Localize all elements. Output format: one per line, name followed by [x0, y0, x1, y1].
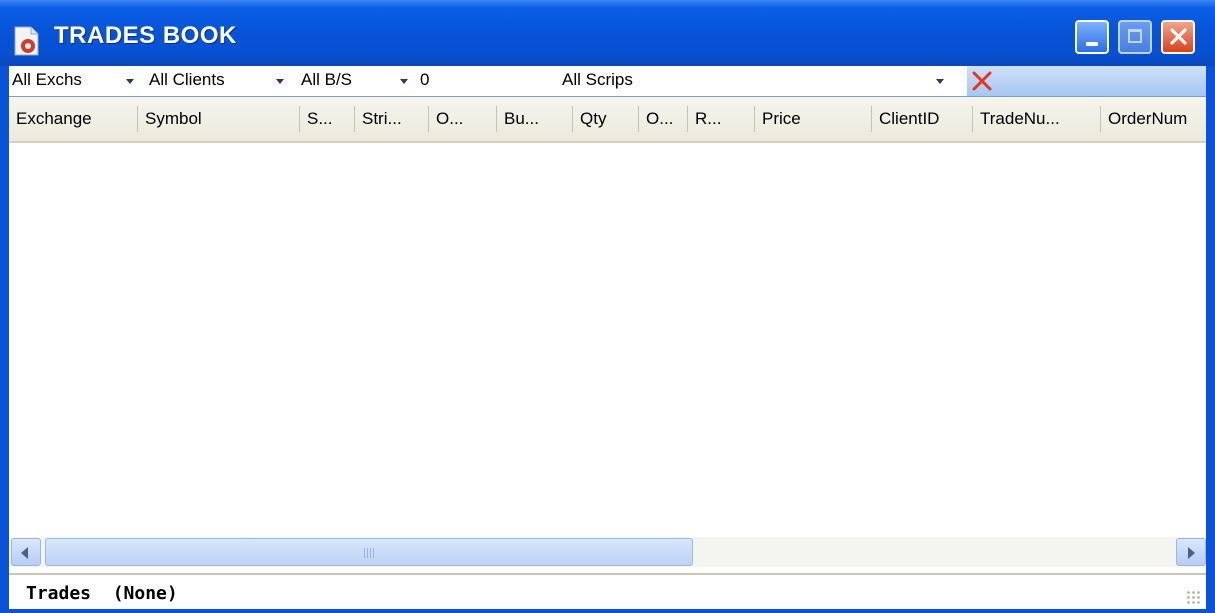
clear-x-icon[interactable] [971, 70, 993, 92]
column-header-tradenum[interactable]: TradeNu... [973, 97, 1101, 141]
window-title: TRADES BOOK [54, 22, 237, 49]
chevron-down-icon[interactable] [123, 72, 137, 90]
column-header-o2[interactable]: O... [639, 97, 688, 141]
column-header-clientid[interactable]: ClientID [872, 97, 973, 141]
grid-header: Exchange Symbol S... Stri... O... Bu... … [9, 97, 1206, 143]
column-label: O... [436, 109, 464, 128]
column-label: ClientID [879, 109, 940, 128]
chevron-down-icon[interactable] [397, 72, 411, 90]
column-label: Price [762, 109, 801, 128]
column-header-strike[interactable]: Stri... [355, 97, 429, 141]
close-icon [1170, 28, 1187, 45]
maximize-icon [1128, 29, 1142, 43]
column-header-ordernum[interactable]: OrderNum [1101, 97, 1206, 141]
column-header-s[interactable]: S... [300, 97, 355, 141]
grid-body[interactable] [9, 143, 1206, 537]
exchange-filter-select[interactable]: All Exchs [9, 66, 145, 96]
column-label: O... [646, 109, 674, 128]
scrollbar-thumb[interactable] [45, 538, 693, 566]
column-label: Stri... [362, 109, 402, 128]
quantity-filter-input[interactable]: 0 [417, 66, 558, 96]
grip-icon [364, 548, 376, 558]
column-label: Exchange [16, 109, 92, 128]
column-header-o1[interactable]: O... [429, 97, 497, 141]
window-client-area: All Exchs All Clients All B/S 0 All Scri… [9, 66, 1206, 609]
arrow-left-icon [21, 547, 28, 559]
scrips-filter-value: All Scrips [562, 70, 633, 89]
column-label: Qty [580, 109, 607, 128]
clients-filter-select[interactable]: All Clients [146, 66, 296, 96]
exchange-filter-value: All Exchs [12, 70, 82, 89]
chevron-down-icon[interactable] [273, 72, 287, 90]
column-header-exchange[interactable]: Exchange [9, 97, 138, 141]
column-label: Symbol [145, 109, 202, 128]
title-bar[interactable]: TRADES BOOK [0, 0, 1215, 66]
trades-grid: Exchange Symbol S... Stri... O... Bu... … [9, 97, 1206, 567]
status-bar: Trades (None) [9, 573, 1206, 609]
close-button[interactable] [1161, 20, 1195, 54]
buy-sell-filter-select[interactable]: All B/S [298, 66, 415, 96]
scroll-right-button[interactable] [1176, 538, 1206, 566]
column-label: S... [307, 109, 333, 128]
scrips-filter-select[interactable]: All Scrips [559, 66, 965, 96]
minimize-icon [1086, 42, 1098, 46]
maximize-button[interactable] [1118, 20, 1152, 54]
column-label: Bu... [504, 109, 539, 128]
minimize-button[interactable] [1075, 20, 1109, 54]
column-header-qty[interactable]: Qty [573, 97, 639, 141]
column-label: R... [695, 109, 722, 128]
arrow-right-icon [1188, 547, 1195, 559]
quantity-filter-value: 0 [420, 70, 430, 89]
column-header-r[interactable]: R... [688, 97, 755, 141]
column-header-buy[interactable]: Bu... [497, 97, 573, 141]
resize-grip-icon[interactable] [1186, 590, 1200, 604]
scroll-left-button[interactable] [11, 538, 41, 566]
column-header-price[interactable]: Price [755, 97, 872, 141]
horizontal-scrollbar[interactable] [9, 537, 1206, 567]
column-label: TradeNu... [980, 109, 1060, 128]
clients-filter-value: All Clients [149, 70, 225, 89]
filter-toolbar: All Exchs All Clients All B/S 0 All Scri… [9, 66, 1206, 97]
column-header-symbol[interactable]: Symbol [138, 97, 300, 141]
buy-sell-filter-value: All B/S [301, 70, 353, 89]
chevron-down-icon[interactable] [933, 72, 947, 90]
filter-toolbar-blank [967, 66, 1206, 96]
trades-status-text: Trades (None) [26, 583, 178, 604]
document-gear-icon [14, 26, 39, 56]
trades-book-window: TRADES BOOK All Exchs All Clients All B/… [0, 0, 1215, 613]
column-label: OrderNum [1108, 109, 1188, 128]
